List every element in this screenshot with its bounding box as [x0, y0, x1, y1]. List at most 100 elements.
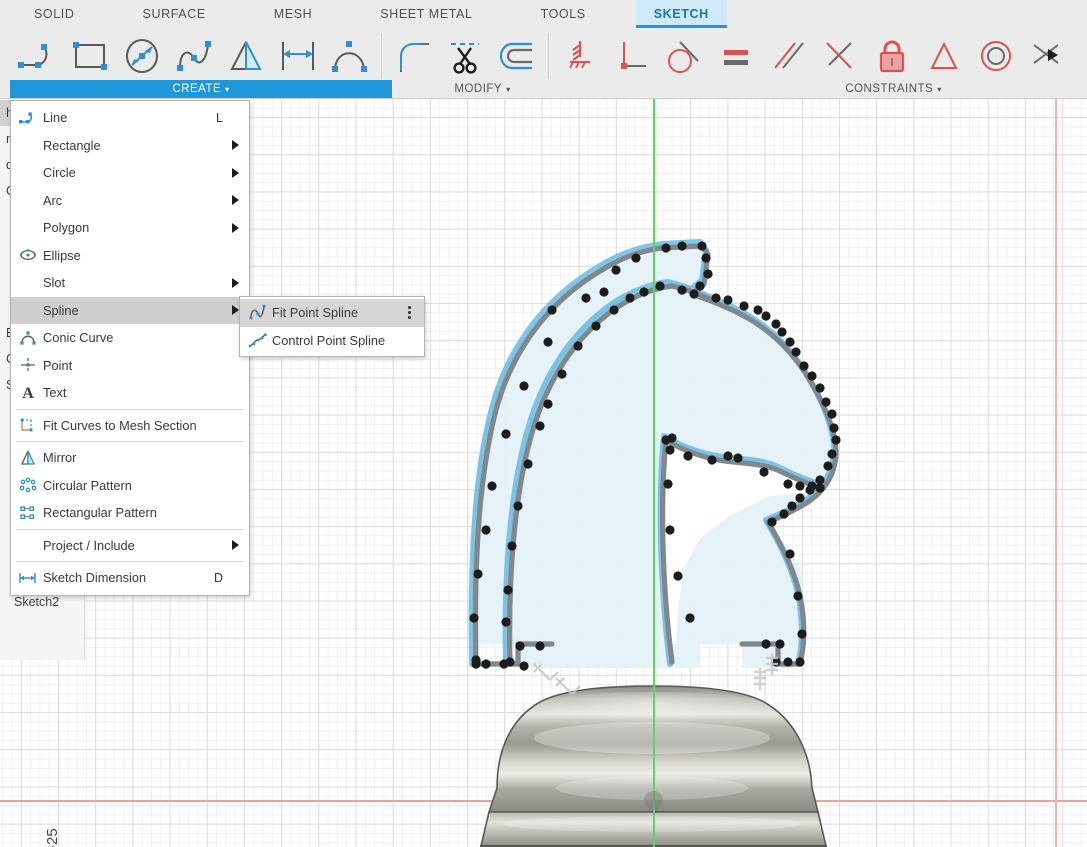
tangent-icon[interactable] [658, 30, 710, 82]
perpendicular-icon[interactable] [606, 30, 658, 82]
line-icon [13, 104, 43, 132]
chevron-down-icon: ▾ [937, 84, 942, 94]
curvature-icon[interactable] [1022, 30, 1074, 82]
fusion360-window: -25 h ne d Or Bo Ca Sk Sketch1 Sketch2 S… [0, 0, 1087, 847]
parallel-icon[interactable] [762, 30, 814, 82]
submenu-arrow-icon [232, 195, 239, 206]
fit-point-spline-icon [244, 299, 272, 327]
group-divider-1 [381, 33, 382, 79]
menu-divider-4 [17, 561, 243, 562]
spline-icon[interactable] [168, 30, 220, 82]
submenu-arrow-icon [232, 167, 239, 178]
panel-label-constraints[interactable]: CONSTRAINTS ▾ [700, 80, 1087, 98]
menu-item-spline[interactable]: Spline [11, 296, 249, 325]
tab-sketch[interactable]: SKETCH [635, 0, 727, 28]
submenu-item-control-point-spline[interactable]: Control Point Spline [240, 327, 424, 355]
spline-submenu[interactable]: Fit Point Spline Control Point Spline [239, 296, 425, 357]
blank-icon [13, 269, 43, 297]
conic-curve-icon[interactable] [324, 30, 376, 82]
menu-item-line[interactable]: Line L [11, 104, 249, 132]
menu-divider-1 [17, 408, 243, 410]
menu-item-rectangle[interactable]: Rectangle [11, 132, 249, 160]
menu-item-sketch-dimension[interactable]: Sketch Dimension D [11, 564, 249, 592]
menu-item-slot[interactable]: Slot [11, 269, 249, 297]
create-tool-group [12, 28, 376, 84]
submenu-item-label: Fit Point Spline [272, 305, 359, 321]
submenu-arrow-icon [232, 222, 239, 233]
menu-item-circle[interactable]: Circle [11, 159, 249, 187]
tab-sheet-metal[interactable]: SHEET METAL [362, 0, 490, 28]
symmetry-icon[interactable] [918, 30, 970, 82]
offset-icon[interactable] [491, 30, 543, 82]
menu-item-label: Arc [43, 192, 63, 208]
menu-item-label: Circular Pattern [43, 477, 132, 493]
fillet-icon[interactable] [387, 30, 439, 82]
menu-item-project-include[interactable]: Project / Include [11, 532, 249, 560]
submenu-item-label: Control Point Spline [272, 332, 386, 348]
blank-icon [13, 214, 43, 242]
panel-label-create[interactable]: CREATE ▾ [10, 80, 392, 98]
tab-surface[interactable]: SURFACE [125, 0, 224, 28]
menu-item-circular-pattern[interactable]: Circular Pattern [11, 472, 249, 500]
menu-item-ellipse[interactable]: Ellipse [11, 242, 249, 270]
text-icon: A [13, 379, 43, 407]
line-icon[interactable] [12, 30, 64, 82]
menu-item-label: Point [43, 357, 73, 373]
ribbon-tabbar: SOLID SURFACE MESH SHEET METAL TOOLS SKE… [0, 0, 1087, 28]
create-dropdown-menu[interactable]: Line L Rectangle Circle Arc Polygon Elli… [10, 100, 250, 596]
menu-item-conic-curve[interactable]: Conic Curve [11, 324, 249, 352]
sketch-dimension-icon[interactable] [272, 30, 324, 82]
menu-divider-3 [17, 528, 243, 530]
menu-item-polygon[interactable]: Polygon [11, 214, 249, 242]
menu-item-label: Mirror [43, 450, 77, 466]
panel-label-modify[interactable]: MODIFY ▾ [400, 80, 565, 98]
equal-icon[interactable] [710, 30, 762, 82]
menu-item-label: Rectangular Pattern [43, 505, 157, 521]
rectangle-icon[interactable] [64, 30, 116, 82]
menu-item-label: Text [43, 385, 67, 401]
rectangular-pattern-icon [13, 499, 43, 527]
menu-item-label: Rectangle [43, 137, 101, 153]
menu-item-point[interactable]: Point [11, 352, 249, 380]
blank-icon [13, 532, 43, 560]
menu-item-label: Slot [43, 275, 66, 291]
menu-item-label: Project / Include [43, 537, 135, 553]
menu-item-label: Polygon [43, 220, 90, 236]
origin-point[interactable] [644, 791, 663, 810]
modify-tool-group [387, 28, 543, 84]
tab-label: MESH [273, 7, 313, 21]
menu-item-text[interactable]: A Text [11, 379, 249, 407]
menu-item-arc[interactable]: Arc [11, 187, 249, 215]
midpoint-icon[interactable] [814, 30, 866, 82]
blank-icon [13, 297, 43, 325]
circle-icon[interactable] [116, 30, 168, 82]
menu-divider-2 [17, 441, 243, 442]
menu-item-shortcut: D [213, 570, 223, 585]
menu-item-label: Line [43, 110, 68, 126]
fit-curves-icon [13, 412, 43, 440]
coincident-icon[interactable] [554, 30, 606, 82]
menu-item-mirror[interactable]: Mirror [11, 444, 249, 472]
trim-scissors-icon[interactable] [439, 30, 491, 82]
concentric-icon[interactable] [970, 30, 1022, 82]
menu-item-rectangular-pattern[interactable]: Rectangular Pattern [11, 499, 249, 527]
panel-label-text: CREATE [172, 83, 222, 95]
submenu-arrow-icon [232, 305, 239, 316]
menu-item-label: Fit Curves to Mesh Section [43, 417, 197, 433]
menu-item-label: Spline [43, 302, 79, 318]
tab-mesh[interactable]: MESH [256, 0, 331, 28]
menu-item-label: Ellipse [43, 247, 81, 263]
control-point-spline-icon [244, 327, 272, 355]
tab-tools[interactable]: TOOLS [523, 0, 604, 28]
tab-solid[interactable]: SOLID [16, 0, 93, 28]
circular-pattern-icon [13, 472, 43, 500]
menu-item-fit-curves-to-mesh-section[interactable]: Fit Curves to Mesh Section [11, 412, 249, 440]
tab-label: SKETCH [653, 7, 709, 21]
submenu-item-fit-point-spline[interactable]: Fit Point Spline [240, 299, 424, 327]
more-options-icon[interactable] [404, 304, 414, 322]
panel-label-text: CONSTRAINTS [845, 83, 934, 95]
panel-label-text: MODIFY [454, 83, 503, 95]
mirror-icon[interactable] [220, 30, 272, 82]
axis-tick-label: -25 [44, 828, 61, 847]
fix-lock-icon[interactable] [866, 30, 918, 82]
